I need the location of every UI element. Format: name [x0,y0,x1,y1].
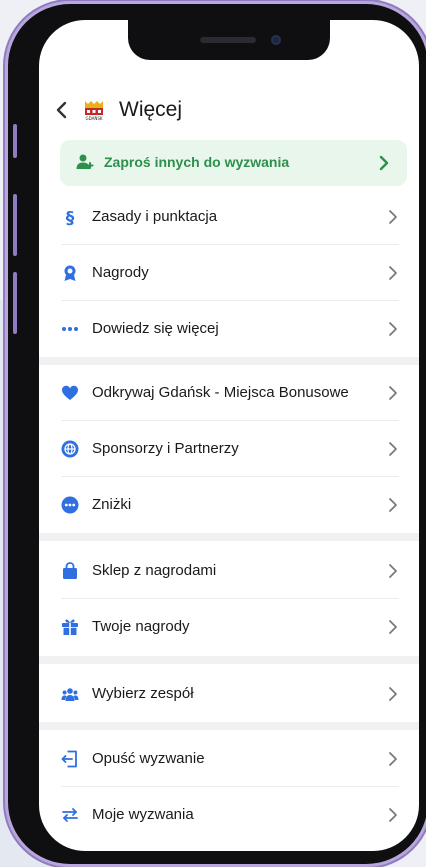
chevron-right-icon [379,155,389,171]
menu-item-label: Sklep z nagrodami [92,562,217,579]
team-icon [61,688,79,701]
notch [128,20,330,60]
add-user-icon [76,154,94,169]
section-sign-icon: § [66,209,75,227]
silent-switch [13,124,17,158]
menu-item-prizes[interactable]: Nagrody [39,245,419,301]
more-dots-icon [62,327,78,331]
menu-item-discounts[interactable]: Zniżki [39,477,419,533]
phone-frame: GDAŃSK Więcej Zaproś innych do wyzwania … [8,4,426,864]
menu-item-leave[interactable]: Opuść wyzwanie [39,731,419,787]
front-camera [271,35,281,45]
chevron-right-icon [389,564,397,578]
chevron-right-icon [389,620,397,634]
menu-item-label: Nagrody [92,264,149,281]
screen: GDAŃSK Więcej Zaproś innych do wyzwania … [39,20,419,851]
menu-item-learn-more[interactable]: Dowiedz się więcej [39,301,419,357]
back-arrow-icon[interactable] [53,99,71,121]
section-separator [39,722,419,730]
menu-item-your-prizes[interactable]: Twoje nagrody [39,599,419,655]
menu-item-explore[interactable]: Odkrywaj Gdańsk - Miejsca Bonusowe [39,365,419,421]
menu-item-label: Opuść wyzwanie [92,750,205,767]
chevron-right-icon [389,266,397,280]
menu-item-label: Dowiedz się więcej [92,320,219,337]
menu-item-label: Sponsorzy i Partnerzy [92,440,239,457]
chevron-right-icon [389,752,397,766]
chevron-right-icon [389,808,397,822]
swap-icon [62,808,78,822]
globe-icon [61,440,79,458]
section-separator [39,533,419,541]
menu-item-label: Twoje nagrody [92,618,190,635]
volume-up-button [13,194,17,256]
more-circle-icon [61,496,79,514]
exit-icon [61,750,77,768]
menu-item-shop[interactable]: Sklep z nagrodami [39,543,419,599]
menu-item-label: Zasady i punktacja [92,208,218,225]
menu-item-rules[interactable]: § Zasady i punktacja [39,189,419,245]
volume-down-button [13,272,17,334]
menu-item-label: Zniżki [92,496,132,513]
section-separator [39,357,419,365]
header: GDAŃSK Więcej [39,90,419,132]
menu-item-label: Odkrywaj Gdańsk - Miejsca Bonusowe [92,384,349,401]
gift-icon [62,619,78,635]
logo-text: GDAŃSK [86,116,103,121]
chevron-right-icon [389,442,397,456]
gdansk-logo-icon: GDAŃSK [85,101,103,121]
menu-item-label: Moje wyzwania [92,806,194,823]
chevron-right-icon [389,210,397,224]
menu-item-sponsors[interactable]: Sponsorzy i Partnerzy [39,421,419,477]
shopping-bag-icon [63,562,77,579]
menu-item-team[interactable]: Wybierz zespół [39,666,419,722]
invite-banner[interactable]: Zaproś innych do wyzwania [60,140,407,186]
page-title: Więcej [119,98,183,121]
heart-icon [62,385,78,400]
invite-label: Zaproś innych do wyzwania [104,154,290,170]
speaker [200,37,256,43]
menu-item-label: Wybierz zespół [92,685,194,702]
chevron-right-icon [389,498,397,512]
medal-icon [64,265,76,281]
chevron-right-icon [389,386,397,400]
section-separator [39,656,419,664]
menu-item-my-challenges[interactable]: Moje wyzwania [39,787,419,843]
svg-text:§: § [66,209,75,227]
chevron-right-icon [389,322,397,336]
chevron-right-icon [389,687,397,701]
